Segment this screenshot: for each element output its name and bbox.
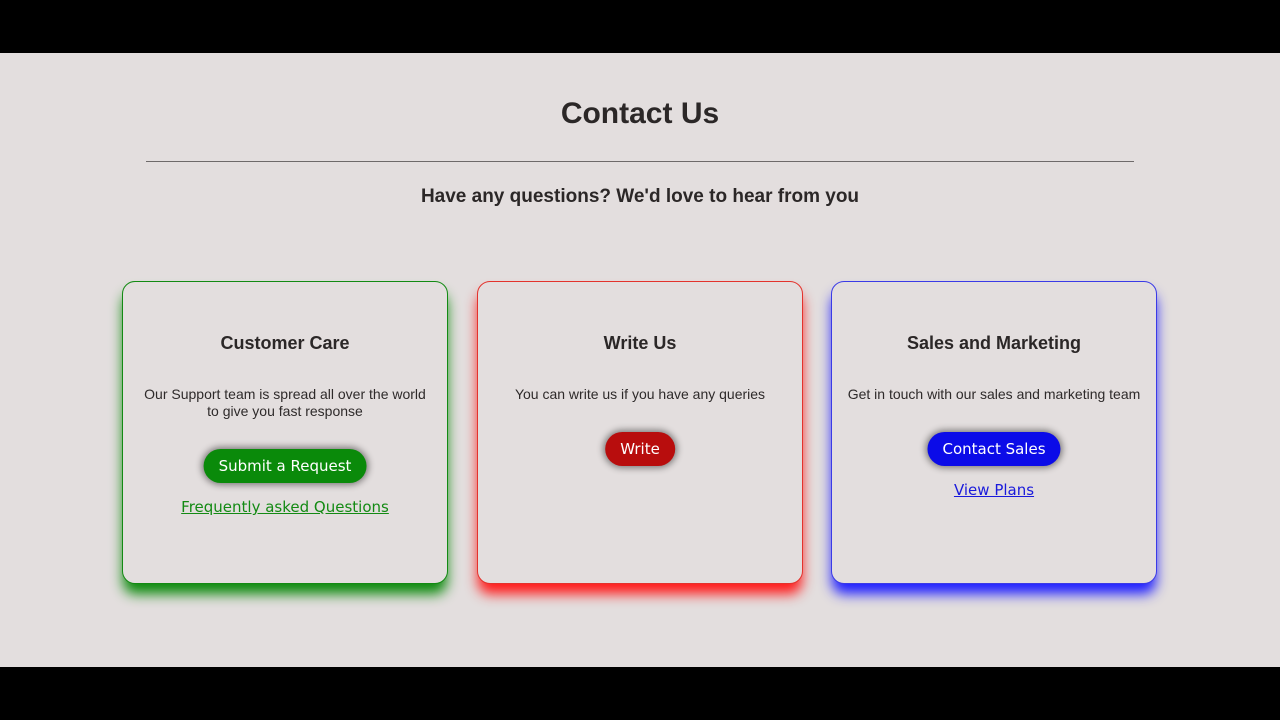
card-description: Our Support team is spread all over the … bbox=[144, 386, 426, 419]
card-title: Write Us bbox=[603, 333, 677, 353]
faq-link[interactable]: Frequently asked Questions bbox=[123, 497, 447, 517]
write-us-card: Write Us You can write us if you have an… bbox=[477, 281, 803, 584]
view-plans-link[interactable]: View Plans bbox=[832, 480, 1156, 500]
submit-request-button[interactable]: Submit a Request bbox=[203, 449, 367, 483]
page-title: Contact Us bbox=[560, 97, 720, 130]
card-description: You can write us if you have any queries bbox=[514, 386, 766, 402]
title-divider bbox=[146, 161, 1134, 162]
card-title: Customer Care bbox=[220, 333, 350, 353]
customer-care-card: Customer Care Our Support team is spread… bbox=[122, 281, 448, 584]
page-subtitle: Have any questions? We'd love to hear fr… bbox=[420, 186, 860, 207]
write-button[interactable]: Write bbox=[605, 432, 675, 466]
contact-sales-button[interactable]: Contact Sales bbox=[927, 432, 1061, 466]
card-title: Sales and Marketing bbox=[906, 333, 1082, 353]
sales-marketing-card: Sales and Marketing Get in touch with ou… bbox=[831, 281, 1157, 584]
card-description: Get in touch with our sales and marketin… bbox=[847, 386, 1141, 402]
